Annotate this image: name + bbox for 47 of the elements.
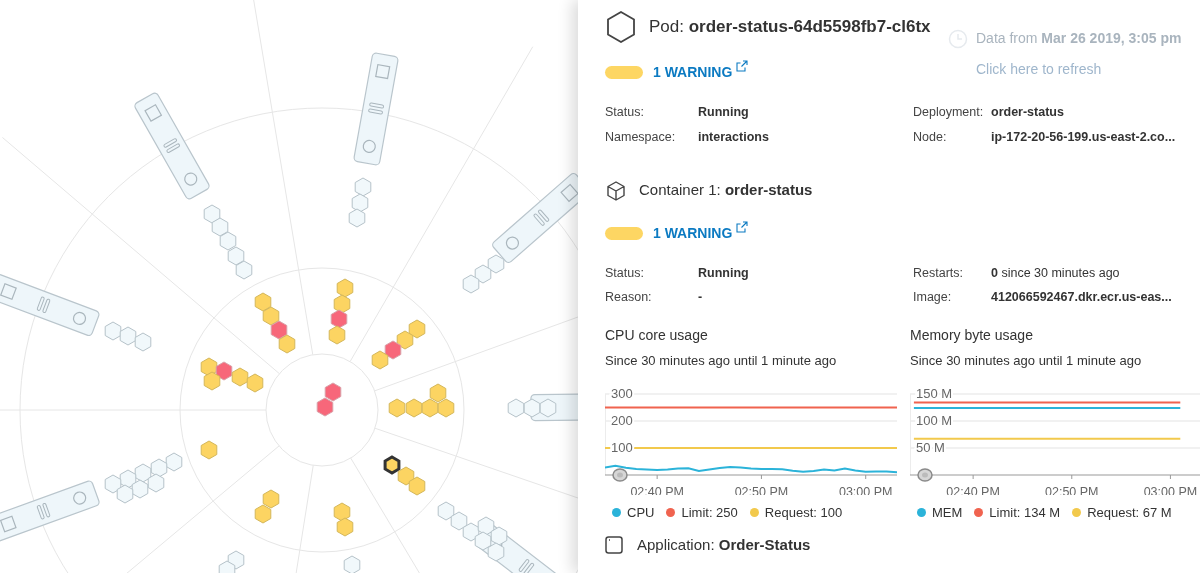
- warning-indicator: [605, 66, 643, 79]
- chart-title: Memory byte usage: [910, 326, 1034, 345]
- warning-indicator: [605, 226, 643, 240]
- field-label: Status:: [605, 264, 645, 282]
- chart-title: CPU core usage: [605, 326, 709, 345]
- legend-label: CPU: [627, 503, 655, 522]
- field-label: Status:: [605, 104, 645, 121]
- square-icon: [605, 536, 623, 555]
- data-timestamp: Data from Mar 26 2019, 3:05 pm: [976, 29, 1182, 48]
- field-label: Namespace:: [605, 128, 677, 146]
- chart-subtitle: Since 30 minutes ago until 1 minute ago: [910, 352, 1143, 370]
- legend-label: MEM: [932, 503, 963, 522]
- field-value: Running: [698, 104, 750, 121]
- external-link-icon: [736, 220, 749, 233]
- field-value: -: [698, 289, 704, 307]
- cube-icon: [605, 179, 627, 202]
- container-title: Container 1: order-status: [639, 180, 813, 201]
- external-link-icon: [736, 60, 749, 72]
- scroll-handle[interactable]: [612, 467, 628, 482]
- legend-label: Limit: 250: [681, 503, 738, 522]
- scroll-handle[interactable]: [917, 467, 933, 482]
- warnings-link[interactable]: 1 WARNING: [653, 222, 733, 244]
- field-value: 412066592467.dkr.ecr.us-eas...: [991, 289, 1173, 307]
- y-tick-label: 150 M: [916, 385, 953, 401]
- warnings-link[interactable]: 1 WARNING: [653, 62, 733, 83]
- field-label: Restarts:: [913, 264, 964, 282]
- y-tick-label: 100 M: [916, 412, 953, 428]
- y-tick-label: 300: [611, 385, 633, 401]
- field-value: Running: [698, 264, 750, 282]
- field-label: Reason:: [605, 289, 653, 307]
- application-title: Application: Order-Status: [637, 535, 811, 555]
- legend-label: Limit: 134 M: [989, 503, 1061, 522]
- clock-icon: [948, 28, 968, 49]
- legend-label: Request: 67 M: [1087, 503, 1172, 522]
- chart-subtitle: Since 30 minutes ago until 1 minute ago: [605, 352, 838, 370]
- y-tick-label: 50 M: [916, 439, 945, 455]
- legend-label: Request: 100: [764, 503, 843, 522]
- pod-title: Pod: order-status-64d5598fb7-cl6tx: [649, 16, 931, 39]
- field-label: Node:: [913, 128, 948, 146]
- hexagon-icon: [605, 11, 637, 43]
- field-value: interactions: [698, 128, 770, 146]
- field-value: ip-172-20-56-199.us-east-2.co...: [991, 128, 1177, 146]
- field-value: order-status: [991, 104, 1065, 121]
- field-value: 0 since 30 minutes ago: [991, 264, 1121, 282]
- field-label: Image:: [913, 289, 953, 307]
- field-label: Deployment:: [913, 104, 985, 121]
- y-tick-label: 200: [611, 412, 633, 428]
